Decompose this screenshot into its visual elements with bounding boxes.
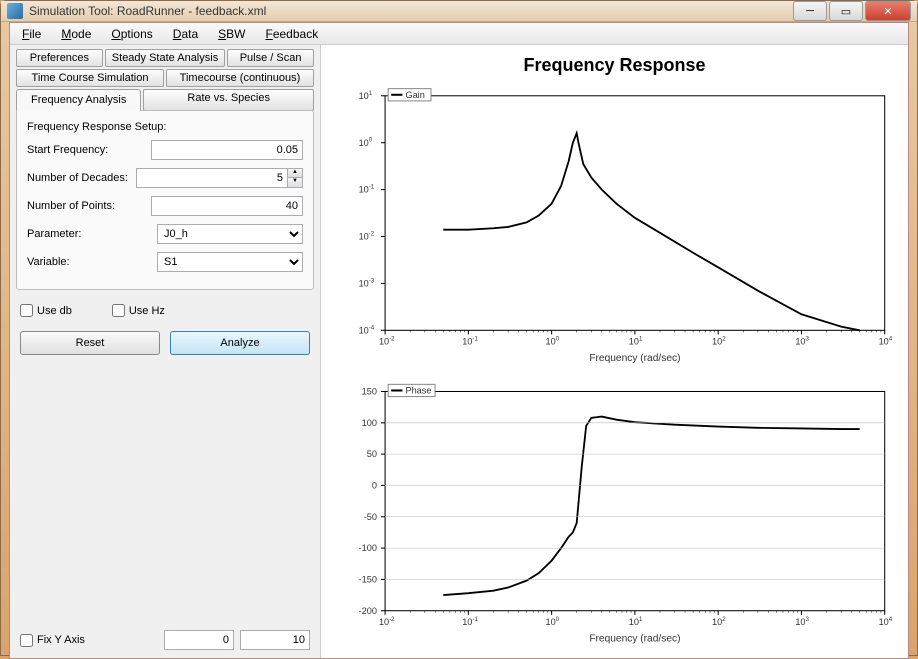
- svg-text:100: 100: [546, 336, 560, 347]
- start-frequency-input[interactable]: [151, 140, 303, 160]
- svg-text:Frequency (rad/sec): Frequency (rad/sec): [589, 633, 680, 644]
- charts-svg: Gain 10-4 10-3 10-2 10-1 100 101 10-2 10-1 100 1…: [329, 78, 900, 654]
- svg-text:10-4: 10-4: [359, 324, 375, 335]
- phase-chart: Phase -200 -150 -100 -50 0 50 100 150 10-2 10-1 1…: [359, 384, 893, 644]
- svg-text:50: 50: [367, 449, 377, 459]
- svg-text:101: 101: [359, 90, 373, 101]
- chart-panel: Frequency Response Gain 10-4 10-3 10-2 10-1…: [320, 45, 908, 658]
- tab-time-course[interactable]: Time Course Simulation: [16, 69, 164, 87]
- svg-text:0: 0: [372, 481, 377, 491]
- svg-text:100: 100: [362, 418, 377, 428]
- svg-text:102: 102: [712, 336, 726, 347]
- svg-text:10-1: 10-1: [359, 184, 375, 195]
- tab-preferences[interactable]: Preferences: [16, 49, 103, 67]
- tab-rate-vs-species[interactable]: Rate vs. Species: [143, 89, 314, 111]
- menu-file[interactable]: File: [14, 25, 49, 43]
- frequency-setup-panel: Frequency Response Setup: Start Frequenc…: [16, 110, 314, 290]
- svg-text:10-2: 10-2: [359, 230, 375, 241]
- left-panel: Preferences Steady State Analysis Pulse …: [10, 45, 320, 658]
- menu-mode[interactable]: Mode: [53, 25, 99, 43]
- fix-y-max-input[interactable]: [240, 630, 310, 650]
- svg-text:103: 103: [795, 616, 809, 627]
- close-button[interactable]: ✕: [865, 1, 911, 21]
- tab-pulse-scan[interactable]: Pulse / Scan: [227, 49, 314, 67]
- setup-title: Frequency Response Setup:: [27, 121, 303, 133]
- parameter-label: Parameter:: [27, 228, 157, 240]
- number-points-label: Number of Points:: [27, 200, 151, 212]
- svg-text:Phase: Phase: [405, 386, 431, 396]
- svg-text:-50: -50: [364, 512, 377, 522]
- gain-chart: Gain 10-4 10-3 10-2 10-1 100 101 10-2 10-1 100 1…: [359, 89, 893, 364]
- svg-text:104: 104: [879, 616, 893, 627]
- window-title: Simulation Tool: RoadRunner - feedback.x…: [29, 4, 793, 18]
- svg-text:104: 104: [879, 336, 893, 347]
- number-points-input[interactable]: [151, 196, 303, 216]
- menu-feedback[interactable]: Feedback: [257, 25, 326, 43]
- tab-frequency-analysis[interactable]: Frequency Analysis: [16, 89, 141, 111]
- svg-text:Frequency (rad/sec): Frequency (rad/sec): [589, 353, 680, 364]
- svg-text:101: 101: [629, 616, 643, 627]
- menu-sbw[interactable]: SBW: [210, 25, 253, 43]
- svg-text:10-1: 10-1: [462, 336, 478, 347]
- decades-spin-up[interactable]: ▲: [288, 169, 302, 178]
- maximize-button[interactable]: ▭: [829, 1, 863, 21]
- svg-text:100: 100: [359, 137, 373, 148]
- svg-text:-100: -100: [359, 543, 377, 553]
- svg-text:150: 150: [362, 387, 377, 397]
- chart-title: Frequency Response: [329, 55, 900, 76]
- tab-steady-state[interactable]: Steady State Analysis: [105, 49, 225, 67]
- svg-text:Gain: Gain: [405, 90, 424, 100]
- menu-data[interactable]: Data: [165, 25, 206, 43]
- menu-options[interactable]: Options: [103, 25, 160, 43]
- svg-text:10-2: 10-2: [379, 336, 395, 347]
- svg-text:101: 101: [629, 336, 643, 347]
- use-db-checkbox[interactable]: Use db: [20, 304, 72, 317]
- svg-text:102: 102: [712, 616, 726, 627]
- number-decades-input[interactable]: [136, 168, 287, 188]
- svg-text:103: 103: [795, 336, 809, 347]
- reset-button[interactable]: Reset: [20, 331, 160, 355]
- fix-y-axis-checkbox[interactable]: Fix Y Axis: [20, 634, 85, 647]
- decades-spin-down[interactable]: ▼: [288, 178, 302, 187]
- variable-select[interactable]: S1: [157, 252, 303, 272]
- svg-text:100: 100: [546, 616, 560, 627]
- number-decades-label: Number of Decades:: [27, 172, 136, 184]
- fix-y-min-input[interactable]: [164, 630, 234, 650]
- parameter-select[interactable]: J0_h: [157, 224, 303, 244]
- tab-timecourse-cont[interactable]: Timecourse (continuous): [166, 69, 314, 87]
- title-bar: Simulation Tool: RoadRunner - feedback.x…: [1, 1, 917, 22]
- variable-label: Variable:: [27, 256, 157, 268]
- minimize-button[interactable]: ─: [793, 1, 827, 21]
- svg-text:-200: -200: [359, 606, 377, 616]
- svg-text:10-1: 10-1: [462, 616, 478, 627]
- menu-bar: File Mode Options Data SBW Feedback: [10, 23, 908, 45]
- start-frequency-label: Start Frequency:: [27, 144, 151, 156]
- svg-text:10-3: 10-3: [359, 277, 375, 288]
- svg-text:-150: -150: [359, 574, 377, 584]
- analyze-button[interactable]: Analyze: [170, 331, 310, 355]
- use-hz-checkbox[interactable]: Use Hz: [112, 304, 165, 317]
- svg-text:10-2: 10-2: [379, 616, 395, 627]
- app-icon: [7, 3, 23, 19]
